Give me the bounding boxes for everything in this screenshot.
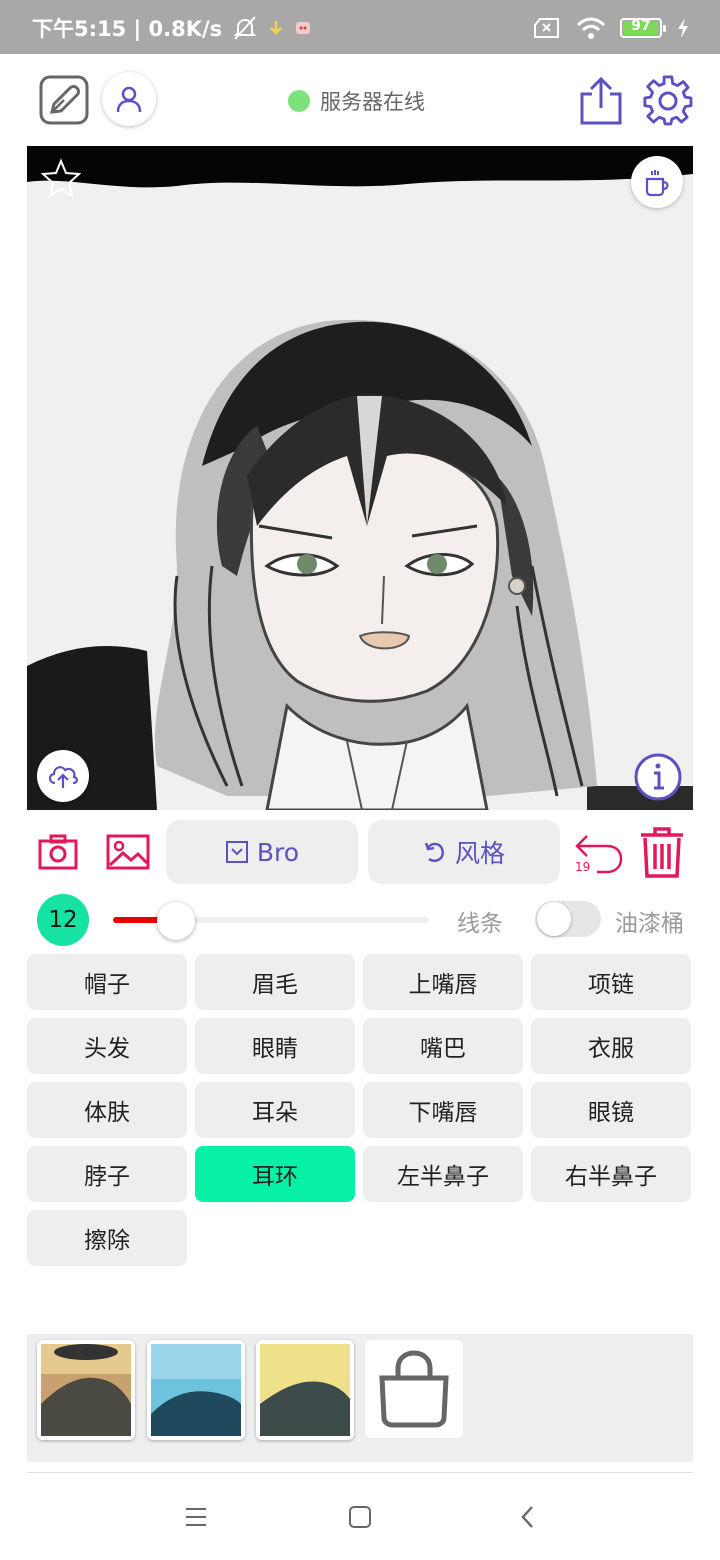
info-icon — [634, 753, 682, 801]
tool-row: Bro 风格 19 — [27, 818, 693, 886]
gallery-image-icon — [106, 834, 150, 870]
sim-x-icon — [534, 18, 559, 38]
paint-bucket-label: 油漆桶 — [615, 911, 684, 937]
user-account-button[interactable] — [102, 72, 156, 126]
part-button[interactable]: 眼镜 — [531, 1082, 691, 1138]
cloud-upload-icon — [48, 766, 78, 788]
info-button[interactable] — [633, 752, 683, 802]
status-time-speed: 下午5:15 | 0.8K/s — [32, 17, 223, 41]
part-button[interactable]: 下嘴唇 — [363, 1082, 523, 1138]
face-parts-grid: 帽子 眉毛 上嘴唇 项链头发 眼睛 嘴巴 衣服体肤 耳朵 下嘴唇 眼镜脖子 耳环 左半鼻子 右半鼻子擦除 — [27, 954, 693, 1266]
style-thumbnail-2[interactable] — [147, 1340, 245, 1440]
part-button[interactable]: 脖子 — [27, 1146, 187, 1202]
drawing-canvas[interactable] — [27, 146, 693, 810]
server-status: 服务器在线 — [288, 86, 425, 116]
undo-count: 19 — [575, 860, 591, 874]
edit-square-icon — [39, 75, 89, 125]
system-nav-bar — [0, 1474, 720, 1560]
style-select-label: Bro — [256, 837, 300, 867]
toggle-knob — [537, 902, 571, 936]
share-upload-icon — [580, 76, 622, 125]
favorite-button[interactable] — [40, 158, 82, 199]
part-button[interactable]: 头发 — [27, 1018, 187, 1074]
app-bar: 服务器在线 — [0, 54, 720, 146]
style-thumb-1-image — [41, 1344, 131, 1436]
coffee-button[interactable] — [631, 156, 683, 208]
charging-bolt-icon — [678, 18, 688, 38]
camera-button[interactable] — [37, 832, 79, 872]
back-button[interactable] — [508, 1502, 548, 1532]
app-screen: 下午5:15 | 0.8K/s 97 服务器在线 Bro 风格 19 12 线条… — [0, 0, 720, 1560]
part-button[interactable]: 项链 — [531, 954, 691, 1010]
settings-gear-icon — [643, 75, 693, 126]
style-button[interactable]: 风格 — [368, 820, 560, 884]
home-square-icon — [349, 1506, 371, 1528]
mute-bell-icon — [233, 16, 257, 40]
part-button[interactable]: 右半鼻子 — [531, 1146, 691, 1202]
recent-apps-button[interactable] — [176, 1502, 216, 1532]
delete-button[interactable] — [639, 826, 685, 880]
style-thumbnail-3[interactable] — [256, 1340, 354, 1440]
dropdown-box-icon — [225, 841, 248, 863]
notification-app-icon — [296, 22, 311, 34]
gallery-button[interactable] — [105, 832, 151, 872]
trash-icon — [641, 827, 683, 878]
generated-portrait-image — [27, 146, 693, 810]
part-button[interactable]: 上嘴唇 — [363, 954, 523, 1010]
part-button[interactable]: 衣服 — [531, 1018, 691, 1074]
upload-button[interactable] — [37, 750, 89, 802]
part-button[interactable]: 眼睛 — [195, 1018, 355, 1074]
home-button[interactable] — [340, 1502, 380, 1532]
part-button[interactable]: 擦除 — [27, 1210, 187, 1266]
style-thumb-3-image — [260, 1344, 350, 1436]
paint-bucket-toggle[interactable] — [535, 901, 601, 937]
part-button[interactable]: 眉毛 — [195, 954, 355, 1010]
line-mode-label: 线条 — [457, 911, 503, 937]
server-status-text: 服务器在线 — [320, 90, 425, 114]
part-button[interactable]: 体肤 — [27, 1082, 187, 1138]
status-right: 97 — [532, 12, 690, 44]
style-select-button[interactable]: Bro — [166, 820, 358, 884]
refresh-icon — [424, 842, 444, 862]
brush-size-badge: 12 — [37, 894, 89, 946]
style-thumb-2-image — [151, 1344, 241, 1436]
server-status-dot — [288, 90, 310, 112]
part-button[interactable]: 耳朵 — [195, 1082, 355, 1138]
back-chevron-icon — [521, 1506, 533, 1528]
coffee-cup-icon — [645, 170, 669, 197]
shopping-bag-icon — [379, 1350, 449, 1428]
style-strip — [27, 1334, 693, 1462]
bottom-divider — [27, 1472, 693, 1473]
part-button[interactable]: 帽子 — [27, 954, 187, 1010]
share-button[interactable] — [578, 76, 624, 126]
star-icon — [40, 158, 82, 199]
brush-row: 12 线条 油漆桶 — [27, 892, 693, 948]
style-store-button[interactable] — [365, 1340, 463, 1438]
settings-button[interactable] — [642, 74, 694, 126]
battery-level: 97 — [631, 18, 651, 34]
status-left: 下午5:15 | 0.8K/s — [32, 12, 312, 44]
part-button[interactable]: 嘴巴 — [363, 1018, 523, 1074]
status-bar: 下午5:15 | 0.8K/s 97 — [0, 0, 720, 54]
wifi-icon — [576, 17, 606, 39]
camera-icon — [38, 834, 78, 870]
style-thumbnail-1[interactable] — [37, 1340, 135, 1440]
download-arrow-icon — [270, 21, 283, 35]
part-button[interactable]: 左半鼻子 — [363, 1146, 523, 1202]
part-button[interactable]: 耳环 — [195, 1146, 355, 1202]
battery-icon: 97 — [620, 18, 666, 38]
menu-lines-icon — [186, 1508, 206, 1526]
user-icon — [116, 86, 142, 113]
edit-button[interactable] — [38, 74, 90, 126]
style-button-label: 风格 — [454, 839, 505, 868]
slider-thumb[interactable] — [157, 902, 195, 940]
